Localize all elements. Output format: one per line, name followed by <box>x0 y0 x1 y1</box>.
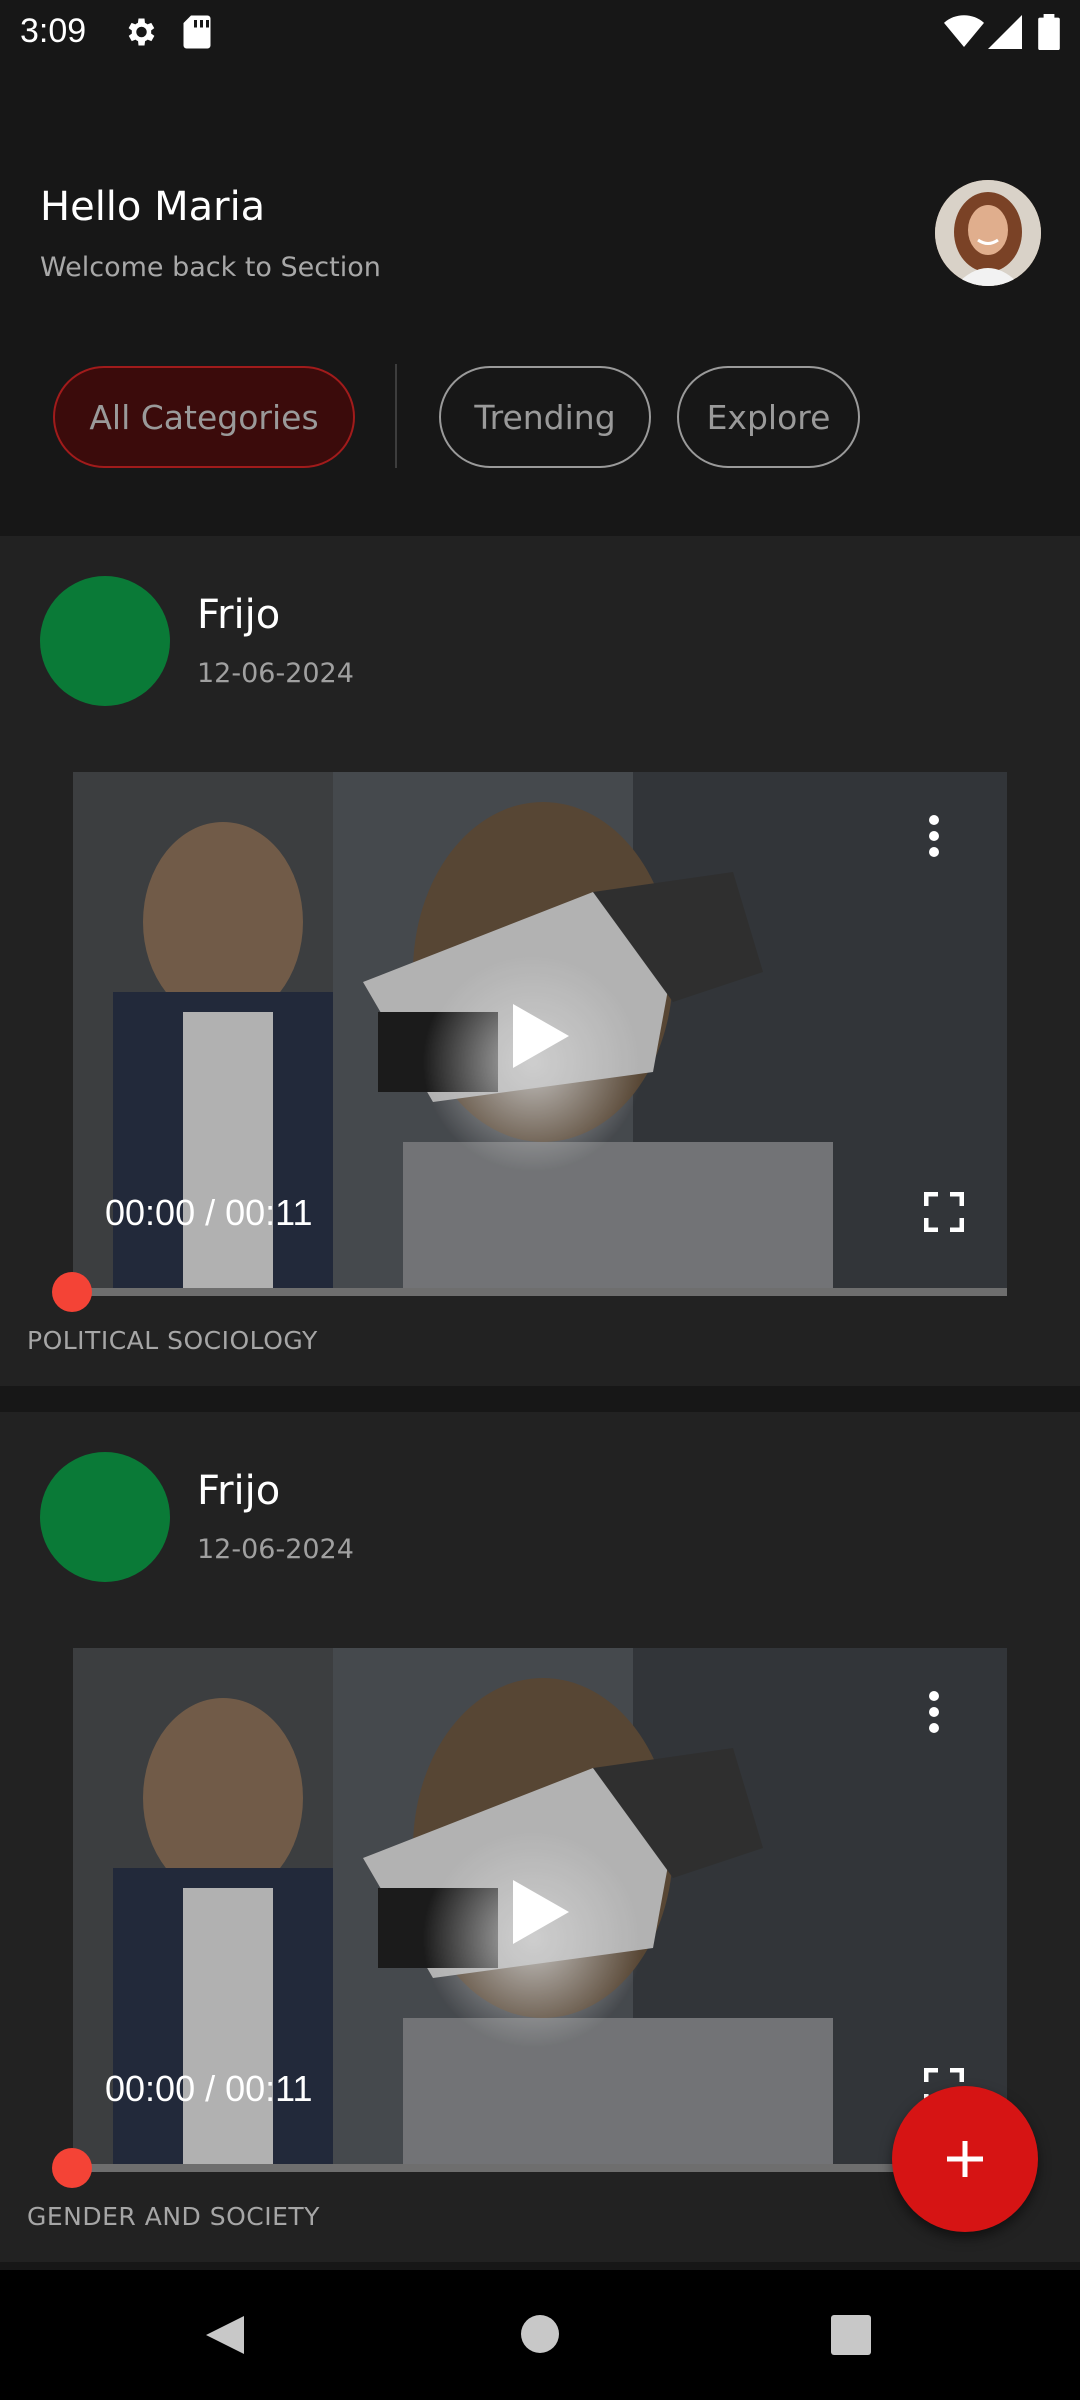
back-icon[interactable] <box>204 2314 246 2356</box>
author-avatar[interactable] <box>40 1452 170 1582</box>
author-name: Frijo <box>197 592 281 638</box>
plus-icon <box>947 2141 983 2177</box>
video-progress-track[interactable] <box>73 1288 1007 1296</box>
post-category-label: POLITICAL SOCIOLOGY <box>27 1326 318 1355</box>
fullscreen-icon[interactable] <box>924 1192 964 1232</box>
signal-icon <box>988 15 1022 49</box>
post-category-label: GENDER AND SOCIETY <box>27 2202 320 2231</box>
add-post-button[interactable] <box>892 2086 1038 2232</box>
post-date: 12-06-2024 <box>197 1534 354 1565</box>
author-name: Frijo <box>197 1468 281 1514</box>
greeting-subtitle: Welcome back to Section <box>40 252 381 283</box>
chip-explore[interactable]: Explore <box>677 366 860 468</box>
video-player[interactable]: 00:00 / 00:11 <box>73 1648 1007 2172</box>
greeting-title: Hello Maria <box>40 184 266 230</box>
home-icon[interactable] <box>520 2314 560 2354</box>
status-bar: 3:09 <box>0 0 1080 64</box>
video-time: 00:00 / 00:11 <box>105 2068 313 2109</box>
author-avatar[interactable] <box>40 576 170 706</box>
video-progress-knob[interactable] <box>52 1272 92 1312</box>
video-progress-track[interactable] <box>73 2164 1007 2172</box>
battery-icon <box>1038 14 1060 50</box>
more-options-icon[interactable] <box>926 812 942 860</box>
more-options-icon[interactable] <box>926 1688 942 1736</box>
status-time: 3:09 <box>20 12 87 50</box>
user-avatar[interactable] <box>935 180 1041 286</box>
play-icon[interactable] <box>513 1004 569 1068</box>
chip-trending[interactable]: Trending <box>439 366 651 468</box>
chip-divider <box>395 364 397 468</box>
wifi-icon <box>944 15 984 48</box>
video-time: 00:00 / 00:11 <box>105 1192 313 1233</box>
play-icon[interactable] <box>513 1880 569 1944</box>
video-player[interactable]: 00:00 / 00:11 <box>73 772 1007 1296</box>
chip-all-categories[interactable]: All Categories <box>53 366 355 468</box>
video-progress-knob[interactable] <box>52 2148 92 2188</box>
sd-card-icon <box>183 15 211 49</box>
post-date: 12-06-2024 <box>197 658 354 689</box>
post-card: Frijo 12-06-2024 <box>0 536 1080 1386</box>
system-nav-bar <box>0 2270 1080 2400</box>
recents-icon[interactable] <box>831 2315 871 2355</box>
settings-icon <box>128 18 155 46</box>
avatar-image <box>935 180 1041 286</box>
